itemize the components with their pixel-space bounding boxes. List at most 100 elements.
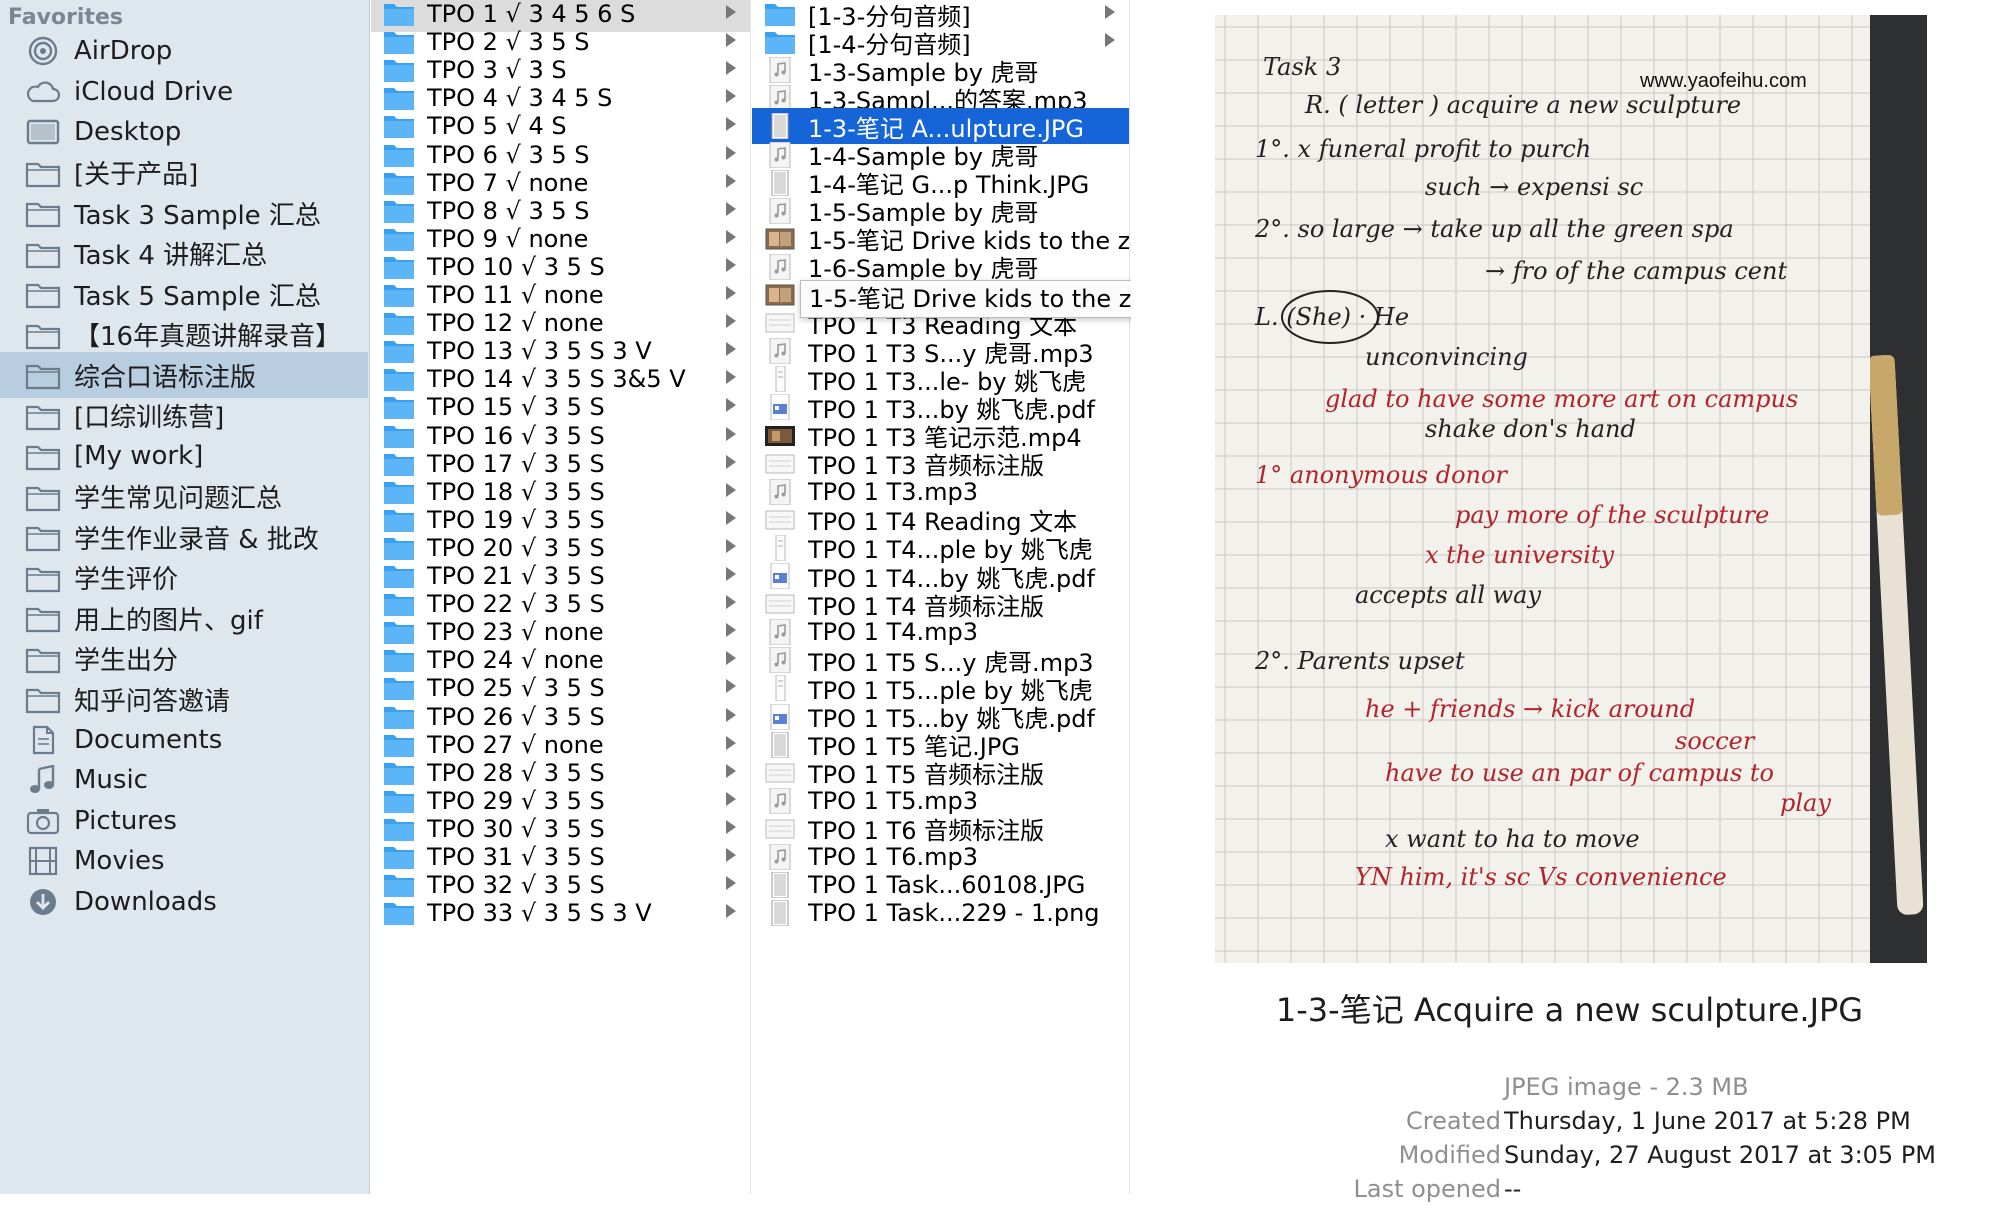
- sidebar-item-5[interactable]: Task 4 讲解汇总: [0, 231, 368, 277]
- sidebar-item-4[interactable]: Task 3 Sample 汇总: [0, 190, 368, 236]
- folder-icon: [383, 675, 415, 701]
- film-icon: [24, 844, 62, 878]
- handwritten-note-line: pay more of the sculpture: [1455, 501, 1769, 529]
- chevron-right-icon: [726, 33, 736, 48]
- sidebar-item-0[interactable]: AirDrop: [0, 28, 368, 74]
- sidebar-item-16[interactable]: 知乎问答邀请: [0, 676, 368, 722]
- chevron-right-icon: [726, 61, 736, 76]
- handwritten-note-line: → fro of the campus cent: [1485, 257, 1787, 285]
- audio-file-icon: [764, 338, 796, 365]
- folder-icon: [24, 520, 62, 554]
- audio-file-icon: [764, 787, 796, 814]
- sidebar-item-1[interactable]: iCloud Drive: [0, 69, 368, 115]
- sidebar-item-label: 知乎问答邀请: [74, 686, 231, 717]
- sidebar-item-18[interactable]: Music: [0, 757, 368, 803]
- folder-icon: [383, 198, 415, 224]
- chevron-right-icon: [726, 370, 736, 385]
- chevron-right-icon: [726, 229, 736, 244]
- sidebar-item-21[interactable]: Downloads: [0, 879, 368, 925]
- sidebar-item-20[interactable]: Movies: [0, 838, 368, 884]
- column-tpo-folders[interactable]: TPO 1 √ 3 4 5 6 S TPO 2 √ 3 5 S TPO 3 √ 3 …: [371, 0, 751, 1194]
- metadata-key: Modified: [1398, 1141, 1501, 1169]
- audio-file-icon: [764, 253, 796, 280]
- sidebar-item-label: AirDrop: [74, 36, 173, 66]
- folder-icon: [383, 394, 415, 420]
- folder-icon: [24, 439, 62, 473]
- handwritten-note-line: soccer: [1675, 727, 1756, 755]
- sidebar-item-11[interactable]: 学生常见问题汇总: [0, 474, 368, 520]
- sidebar-item-13[interactable]: 学生评价: [0, 555, 368, 601]
- folder-icon: [383, 900, 415, 926]
- folder-icon: [24, 196, 62, 230]
- audio-file-icon: [764, 57, 796, 84]
- folder-icon: [383, 85, 415, 111]
- sidebar-item-9[interactable]: [口综训练营]: [0, 393, 368, 439]
- image-file-icon: [764, 872, 796, 899]
- doc-file-icon: [764, 591, 796, 617]
- audio-file-icon: [764, 844, 796, 870]
- sidebar-item-15[interactable]: 学生出分: [0, 636, 368, 682]
- sidebar-item-label: Downloads: [74, 886, 217, 917]
- chevron-right-icon: [726, 876, 736, 891]
- metadata-value: Sunday, 27 August 2017 at 3:05 PM: [1504, 1141, 1936, 1169]
- doc-file-icon: [764, 507, 796, 533]
- sidebar-item-2[interactable]: Desktop: [0, 109, 368, 155]
- sidebar-item-12[interactable]: 学生作业录音 & 批改: [0, 514, 368, 560]
- column-tpo1-files[interactable]: [1-3-分句音频] [1-4-分句音频] 1-3-Sample by 虎哥 1-3-…: [752, 0, 1130, 1194]
- audio-file-icon: [764, 647, 796, 674]
- sidebar-item-17[interactable]: Documents: [0, 717, 368, 763]
- photo-file-icon: [764, 282, 796, 308]
- chevron-right-icon: [726, 5, 736, 19]
- sidebar-item-7[interactable]: 【16年真题讲解录音】: [0, 312, 368, 358]
- sidebar-item-label: [口综训练营]: [74, 403, 225, 433]
- folder-icon: [383, 507, 415, 533]
- folder-icon: [383, 366, 415, 392]
- chevron-right-icon: [1105, 33, 1115, 48]
- pdf-file-icon: [764, 394, 796, 421]
- folder-icon: [24, 561, 62, 595]
- handwritten-note-line: L. (She) · He: [1254, 303, 1409, 331]
- sidebar-item-6[interactable]: Task 5 Sample 汇总: [0, 271, 368, 317]
- chevron-right-icon: [726, 342, 736, 357]
- sidebar-item-label: 用上的图片、gif: [74, 605, 263, 636]
- chevron-right-icon: [726, 257, 736, 272]
- airdrop-icon: [24, 34, 62, 68]
- folder-icon: [383, 254, 415, 280]
- file-row[interactable]: TPO 1 Task...229 - 1.png: [752, 895, 1129, 931]
- sidebar-item-label: 学生常见问题汇总: [74, 484, 283, 514]
- chevron-right-icon: [726, 145, 736, 160]
- folder-row[interactable]: TPO 33 √ 3 5 S 3 V: [371, 895, 750, 931]
- sidebar-item-3[interactable]: [关于产品]: [0, 150, 368, 196]
- folder-icon: [24, 682, 62, 716]
- sidebar-item-10[interactable]: [My work]: [0, 433, 368, 479]
- chevron-right-icon: [726, 89, 736, 104]
- handwritten-note-line: YN him, it's sc Vs convenience: [1355, 863, 1727, 891]
- chevron-right-icon: [726, 454, 736, 469]
- photo-file-icon: [764, 226, 796, 252]
- handwritten-note-line: he + friends → kick around: [1365, 695, 1695, 723]
- sidebar-item-label: Movies: [74, 846, 165, 876]
- folder-icon: [383, 844, 415, 870]
- sidebar-item-label: Task 4 讲解汇总: [74, 241, 268, 271]
- folder-file-icon: [764, 1, 796, 27]
- folder-icon: [24, 318, 62, 352]
- sidebar-item-label: Task 5 Sample 汇总: [74, 281, 321, 312]
- sidebar-item-label: Desktop: [74, 117, 182, 147]
- sidebar-item-19[interactable]: Pictures: [0, 798, 368, 844]
- folder-icon: [383, 113, 415, 139]
- chevron-right-icon: [726, 707, 736, 722]
- folder-icon: [383, 451, 415, 477]
- folder-icon: [383, 57, 415, 83]
- metadata-key: Created: [1406, 1107, 1501, 1135]
- sidebar-item-14[interactable]: 用上的图片、gif: [0, 595, 368, 641]
- sidebar-item-label: 【16年真题讲解录音】: [74, 322, 342, 352]
- download-icon: [24, 885, 62, 919]
- sidebar-item-label: Music: [74, 765, 148, 795]
- sidebar-item-8[interactable]: 综合口语标注版: [0, 352, 368, 398]
- chevron-right-icon: [726, 791, 736, 806]
- chevron-right-icon: [726, 201, 736, 216]
- handwritten-note-line: have to use an par of campus to: [1385, 759, 1774, 787]
- folder-icon: [24, 358, 62, 392]
- sidebar-item-label: Documents: [74, 724, 223, 755]
- sidebar-item-label: Task 3 Sample 汇总: [74, 200, 321, 231]
